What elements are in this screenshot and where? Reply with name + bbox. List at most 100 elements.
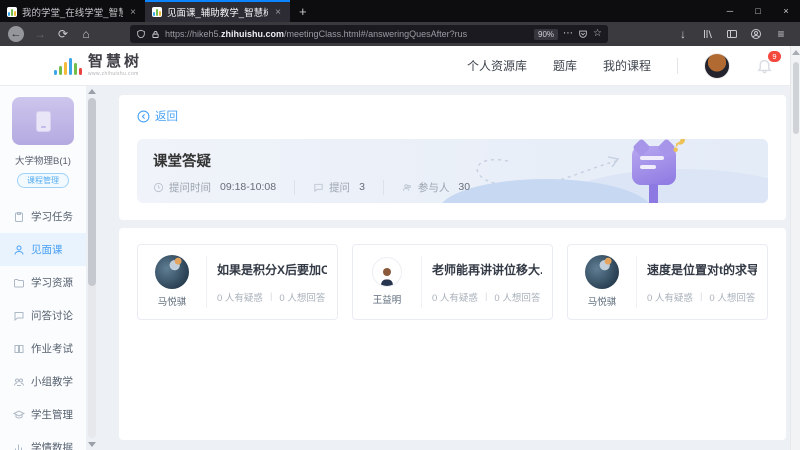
logo-url: www.zhihuishu.com [88, 71, 142, 77]
student-name: 王益明 [373, 292, 402, 306]
tablet-icon [36, 111, 51, 132]
question-author: 王益明 [363, 256, 411, 308]
zoom-level-indicator[interactable]: 90% [534, 29, 558, 40]
close-tab-icon[interactable]: × [273, 7, 283, 18]
answer-count: 0 人想回答 [494, 290, 540, 304]
book-icon [13, 343, 25, 355]
logo-bars-icon [54, 57, 82, 75]
scrollbar-thumb[interactable] [793, 62, 799, 134]
sidebar-toggle-icon[interactable] [726, 28, 738, 40]
bar-chart-icon [13, 442, 25, 450]
answer-count: 0 人想回答 [709, 290, 755, 304]
stat-value: 30 [458, 181, 470, 193]
shield-icon[interactable] [136, 29, 146, 39]
nav-my-courses[interactable]: 我的课程 [603, 57, 651, 74]
stat-participants: 参与人 30 [383, 180, 470, 195]
zhihuishu-favicon [152, 7, 162, 17]
stat-label: 提问 [329, 180, 350, 195]
user-avatar[interactable] [704, 53, 730, 79]
question-card[interactable]: 马悦骐 速度是位置对t的求导 ... 0 人有疑惑 | 0 人想回答 [567, 244, 768, 320]
menu-icon[interactable]: ≡ [774, 28, 788, 40]
stat-label: 提问时间 [169, 180, 211, 195]
sidebar-item-learning-data[interactable]: 学情数据 [0, 431, 86, 450]
library-icon[interactable] [702, 28, 714, 40]
screen: 我的学堂_在线学堂_智慧树 × 见面课_辅助教学_智慧树 × + ─ □ × ←… [0, 0, 800, 450]
close-window-button[interactable]: × [772, 0, 800, 22]
main-area: 返回 ? [99, 86, 800, 450]
header-divider [677, 58, 678, 74]
scroll-down-icon[interactable] [88, 442, 96, 447]
tab-meeting-class[interactable]: 见面课_辅助教学_智慧树 × [145, 0, 290, 22]
notification-bell[interactable]: 9 [756, 57, 774, 75]
course-name: 大学物理B(1) [0, 153, 86, 167]
sidebar-item-label: 学习资源 [31, 275, 73, 290]
stat-separator: | [270, 291, 272, 302]
sidebar-item-meeting-class[interactable]: 见面课 [0, 233, 86, 266]
question-card[interactable]: 马悦骐 如果是积分X后要加C吧 0 人有疑惑 | 0 人想回答 [137, 244, 338, 320]
question-title: 如果是积分X后要加C吧 [217, 261, 327, 278]
home-button[interactable]: ⌂ [79, 28, 93, 40]
people-icon [402, 182, 413, 193]
question-body: 速度是位置对t的求导 ... 0 人有疑惑 | 0 人想回答 [647, 256, 757, 308]
bookmark-star-icon[interactable]: ☆ [593, 29, 602, 39]
sidebar-item-label: 见面课 [31, 242, 63, 257]
back-button[interactable]: ← [8, 26, 24, 42]
sidebar-item-qa-discussion[interactable]: 问答讨论 [0, 299, 86, 332]
nav-personal-resources[interactable]: 个人资源库 [467, 57, 527, 74]
stat-value: 3 [359, 181, 365, 193]
address-bar[interactable]: https://hikeh5.zhihuishu.com/meetingClas… [130, 25, 608, 43]
sidebar-item-label: 问答讨论 [31, 308, 73, 323]
question-card[interactable]: 王益明 老师能再讲讲位移大... 0 人有疑惑 | 0 人想回答 [352, 244, 553, 320]
question-body: 老师能再讲讲位移大... 0 人有疑惑 | 0 人想回答 [432, 256, 542, 308]
account-icon[interactable] [750, 28, 762, 40]
reload-button[interactable]: ⟳ [56, 28, 70, 40]
sidebar-scrollbar[interactable] [86, 86, 99, 450]
notification-badge: 9 [768, 51, 781, 62]
close-tab-icon[interactable]: × [128, 7, 138, 18]
pocket-icon[interactable] [578, 29, 588, 39]
tab-title: 见面课_辅助教学_智慧树 [167, 5, 268, 19]
question-bubble-icon [313, 182, 324, 193]
sidebar-item-group-teaching[interactable]: 小组教学 [0, 365, 86, 398]
back-link[interactable]: 返回 [137, 108, 178, 124]
nav-question-bank[interactable]: 题库 [553, 57, 577, 74]
student-name: 马悦骐 [588, 294, 617, 308]
stat-question-time: 提问时间 09:18-10:08 [153, 180, 276, 195]
toolbar-right-icons: ↓ ≡ [676, 28, 792, 40]
window-controls: ─ □ × [716, 0, 800, 22]
site-header: 智慧树 www.zhihuishu.com 个人资源库 题库 我的课程 9 [0, 46, 800, 86]
page-scrollbar[interactable] [790, 46, 800, 450]
zhihuishu-logo[interactable]: 智慧树 www.zhihuishu.com [54, 54, 142, 77]
sidebar-item-student-management[interactable]: 学生管理 [0, 398, 86, 431]
new-tab-button[interactable]: + [290, 0, 316, 22]
header-nav: 个人资源库 题库 我的课程 9 [467, 53, 774, 79]
course-manage-button[interactable]: 课程管理 [17, 173, 69, 188]
scroll-up-icon[interactable] [792, 50, 800, 55]
card-divider [636, 256, 637, 308]
tab-my-school[interactable]: 我的学堂_在线学堂_智慧树 × [0, 0, 145, 22]
sidebar-item-label: 小组教学 [31, 374, 73, 389]
forward-button[interactable]: → [33, 28, 47, 40]
tab-title: 我的学堂_在线学堂_智慧树 [22, 5, 123, 19]
back-circle-icon [137, 110, 150, 123]
course-sidebar: 大学物理B(1) 课程管理 学习任务 见面课 学习资源 问答讨论 [0, 86, 86, 450]
browser-tab-bar: 我的学堂_在线学堂_智慧树 × 见面课_辅助教学_智慧树 × + ─ □ × [0, 0, 800, 22]
card-divider [421, 256, 422, 308]
zhihuishu-favicon [7, 7, 17, 17]
sidebar-item-learning-resources[interactable]: 学习资源 [0, 266, 86, 299]
minimize-button[interactable]: ─ [716, 0, 744, 22]
scrollbar-thumb[interactable] [88, 98, 96, 286]
sidebar-item-learning-tasks[interactable]: 学习任务 [0, 200, 86, 233]
page-actions-icon[interactable]: ⋯ [563, 29, 573, 39]
question-title: 老师能再讲讲位移大... [432, 261, 542, 278]
question-body: 如果是积分X后要加C吧 0 人有疑惑 | 0 人想回答 [217, 256, 327, 308]
banner-stats: 提问时间 09:18-10:08 提问 3 参与人 30 [153, 180, 752, 195]
question-author: 马悦骐 [578, 256, 626, 308]
graduation-cap-icon [13, 409, 25, 421]
scroll-up-icon[interactable] [88, 89, 96, 94]
browser-toolbar: ← → ⟳ ⌂ https://hikeh5.zhihuishu.com/mee… [0, 22, 800, 46]
downloads-icon[interactable]: ↓ [676, 28, 690, 40]
doubt-count: 0 人有疑惑 [217, 290, 263, 304]
maximize-button[interactable]: □ [744, 0, 772, 22]
sidebar-item-homework-exam[interactable]: 作业考试 [0, 332, 86, 365]
